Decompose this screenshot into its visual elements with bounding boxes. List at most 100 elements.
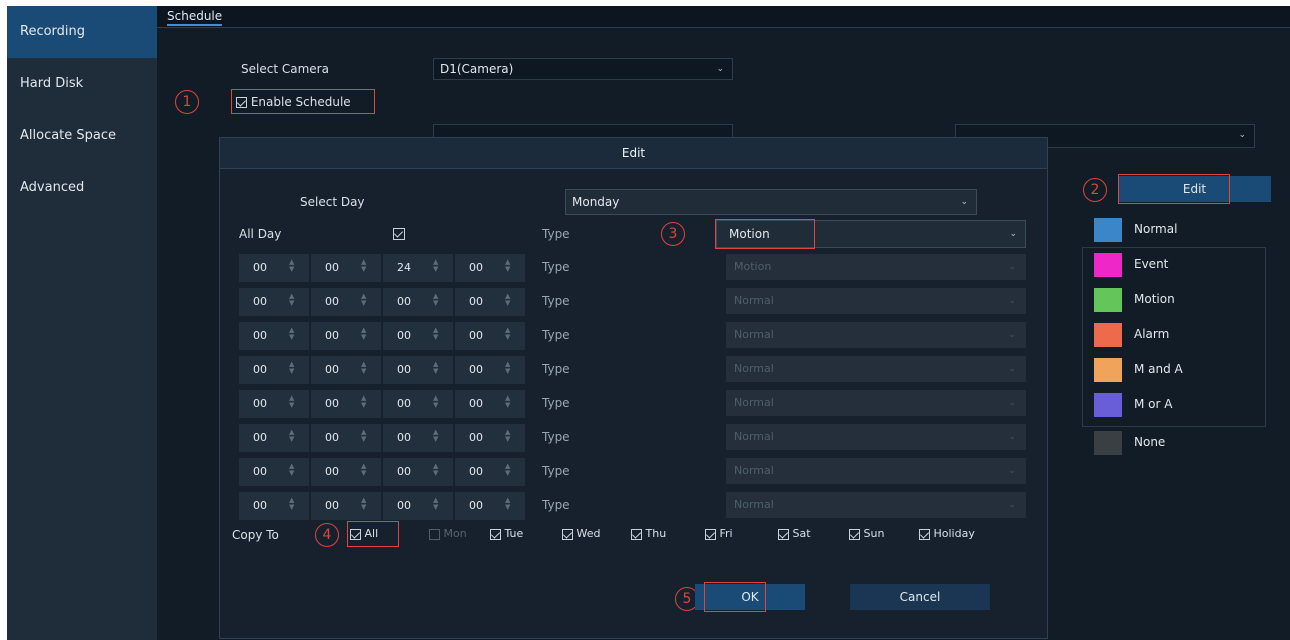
cancel-button-label: Cancel	[899, 590, 941, 604]
copy-to-holiday-checkbox[interactable]: Holiday	[919, 527, 975, 540]
checkbox-icon	[849, 528, 860, 540]
start-minute-spinner[interactable]: 00 ▲ ▼	[311, 424, 381, 452]
legend-swatch	[1094, 323, 1122, 347]
time-period-row: 00 ▲ ▼ 00 ▲ ▼ 00 ▲ ▼ 00 ▲ ▼	[239, 424, 529, 452]
chevron-down-icon: ⌄	[1008, 330, 1016, 340]
sidebar-item-hard-disk[interactable]: Hard Disk	[7, 58, 157, 110]
end-minute-spinner[interactable]: 00 ▲ ▼	[455, 390, 525, 418]
type-label: Type	[542, 328, 570, 342]
tab-schedule[interactable]: Schedule	[167, 9, 223, 26]
checkbox-icon	[562, 528, 573, 540]
end-hour-spinner[interactable]: 00 ▲ ▼	[383, 356, 453, 384]
end-minute-spinner[interactable]: 00 ▲ ▼	[455, 356, 525, 384]
end-minute-spinner[interactable]: 00 ▲ ▼	[455, 254, 525, 282]
legend-swatch	[1094, 253, 1122, 277]
chevron-down-icon: ⌄	[1009, 229, 1017, 239]
all-day-checkbox[interactable]	[393, 228, 405, 240]
start-hour-spinner[interactable]: 00 ▲ ▼	[239, 390, 309, 418]
chevron-down-icon: ⌄	[960, 197, 968, 207]
legend-swatch	[1094, 358, 1122, 382]
start-hour-spinner[interactable]: 00 ▲ ▼	[239, 254, 309, 282]
period-type-select: Normal ⌄	[726, 288, 1026, 314]
chevron-down-icon: ⌄	[1008, 398, 1016, 408]
start-minute-spinner[interactable]: 00 ▲ ▼	[311, 288, 381, 316]
end-hour-spinner[interactable]: 00 ▲ ▼	[383, 458, 453, 486]
enable-schedule-label: Enable Schedule	[250, 95, 351, 109]
copy-to-fri-checkbox[interactable]: Fri	[705, 527, 733, 540]
time-period-row: 00 ▲ ▼ 00 ▲ ▼ 00 ▲ ▼ 00 ▲ ▼	[239, 458, 529, 486]
type-label: Type	[542, 498, 570, 512]
end-minute-spinner[interactable]: 00 ▲ ▼	[455, 322, 525, 350]
start-hour-spinner[interactable]: 00 ▲ ▼	[239, 356, 309, 384]
copy-to-label: Copy To	[232, 528, 279, 542]
start-hour-spinner[interactable]: 00 ▲ ▼	[239, 458, 309, 486]
end-minute-spinner[interactable]: 00 ▲ ▼	[455, 458, 525, 486]
legend-swatch	[1094, 288, 1122, 312]
start-minute-spinner[interactable]: 00 ▲ ▼	[311, 458, 381, 486]
end-hour-spinner[interactable]: 00 ▲ ▼	[383, 424, 453, 452]
chevron-down-icon: ⌄	[1008, 466, 1016, 476]
end-minute-spinner[interactable]: 00 ▲ ▼	[455, 288, 525, 316]
sidebar: Recording Hard Disk Allocate Space Advan…	[7, 6, 157, 640]
chevron-down-icon: ⌄	[1238, 130, 1246, 140]
end-hour-spinner[interactable]: 24 ▲ ▼	[383, 254, 453, 282]
camera-select[interactable]: D1(Camera) ⌄	[433, 58, 733, 80]
period-type-select: Normal ⌄	[726, 322, 1026, 348]
legend-label: Normal	[1134, 222, 1178, 236]
select-day-label: Select Day	[300, 195, 365, 209]
camera-select-value: D1(Camera)	[440, 62, 514, 76]
copy-to-thu-checkbox[interactable]: Thu	[631, 527, 666, 540]
chevron-down-icon: ⌄	[1008, 296, 1016, 306]
end-hour-spinner[interactable]: 00 ▲ ▼	[383, 390, 453, 418]
all-day-label: All Day	[239, 227, 282, 241]
legend-swatch	[1094, 218, 1122, 242]
ok-button-highlight	[704, 582, 766, 612]
step-marker-2: 2	[1083, 178, 1107, 202]
start-minute-spinner[interactable]: 00 ▲ ▼	[311, 254, 381, 282]
tab-bar: Schedule	[157, 6, 1290, 28]
end-hour-spinner[interactable]: 00 ▲ ▼	[383, 492, 453, 520]
end-minute-spinner[interactable]: 00 ▲ ▼	[455, 492, 525, 520]
edit-dialog: Edit Select Day Monday ⌄ All Day Type 3 …	[219, 137, 1048, 639]
select-camera-label: Select Camera	[241, 62, 329, 76]
start-minute-spinner[interactable]: 00 ▲ ▼	[311, 492, 381, 520]
copy-to-mon-checkbox[interactable]: Mon	[429, 527, 467, 540]
copy-to-wed-checkbox[interactable]: Wed	[562, 527, 600, 540]
period-type-select: Normal ⌄	[726, 492, 1026, 518]
start-hour-spinner[interactable]: 00 ▲ ▼	[239, 424, 309, 452]
end-minute-spinner[interactable]: 00 ▲ ▼	[455, 424, 525, 452]
copy-to-sat-checkbox[interactable]: Sat	[778, 527, 811, 540]
day-select[interactable]: Monday ⌄	[565, 189, 977, 215]
cancel-button[interactable]: Cancel	[850, 584, 990, 610]
period-type-select: Normal ⌄	[726, 458, 1026, 484]
legend-label: Event	[1134, 257, 1169, 271]
copy-to-tue-checkbox[interactable]: Tue	[490, 527, 523, 540]
start-minute-spinner[interactable]: 00 ▲ ▼	[311, 356, 381, 384]
checkbox-icon	[631, 528, 642, 540]
legend-swatch	[1094, 431, 1122, 455]
time-period-row: 00 ▲ ▼ 00 ▲ ▼ 00 ▲ ▼ 00 ▲ ▼	[239, 356, 529, 384]
legend-label: M and A	[1134, 362, 1183, 376]
sidebar-item-allocate-space[interactable]: Allocate Space	[7, 110, 157, 162]
checkbox-icon	[705, 528, 716, 540]
start-hour-spinner[interactable]: 00 ▲ ▼	[239, 288, 309, 316]
copy-to-sun-checkbox[interactable]: Sun	[849, 527, 884, 540]
step-marker-1: 1	[175, 90, 199, 114]
checkbox-icon	[778, 528, 789, 540]
chevron-down-icon: ⌄	[1008, 262, 1016, 272]
start-hour-spinner[interactable]: 00 ▲ ▼	[239, 492, 309, 520]
time-period-row: 00 ▲ ▼ 00 ▲ ▼ 24 ▲ ▼ 00 ▲ ▼	[239, 254, 529, 282]
checkbox-icon	[429, 528, 440, 540]
enable-schedule-checkbox[interactable]: Enable Schedule	[236, 95, 351, 109]
start-minute-spinner[interactable]: 00 ▲ ▼	[311, 390, 381, 418]
sidebar-item-recording[interactable]: Recording	[7, 6, 157, 58]
legend-label: Motion	[1134, 292, 1175, 306]
day-select-value: Monday	[572, 195, 620, 209]
start-hour-spinner[interactable]: 00 ▲ ▼	[239, 322, 309, 350]
copy-to-all-checkbox[interactable]: All	[350, 527, 378, 540]
end-hour-spinner[interactable]: 00 ▲ ▼	[383, 322, 453, 350]
step-marker-4: 4	[315, 523, 339, 547]
sidebar-item-advanced[interactable]: Advanced	[7, 162, 157, 214]
start-minute-spinner[interactable]: 00 ▲ ▼	[311, 322, 381, 350]
end-hour-spinner[interactable]: 00 ▲ ▼	[383, 288, 453, 316]
